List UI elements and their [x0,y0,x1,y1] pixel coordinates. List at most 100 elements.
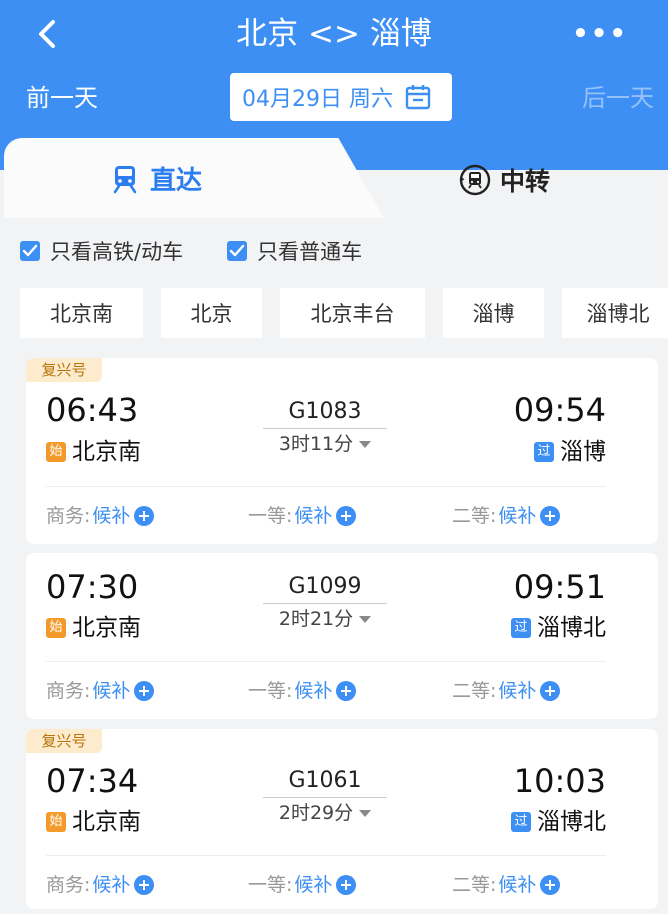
seat-business[interactable]: 商务: 候补 [46,504,155,528]
seat-status: 候补 [92,505,131,527]
filter-high-speed[interactable]: 只看高铁/动车 [20,236,183,266]
travel-duration[interactable]: 3时11分 [263,431,387,457]
origin-tag: 始 [46,812,66,832]
seat-class: 商务: [46,874,91,896]
seat-class: 一等: [248,874,293,896]
station-filter-chips: 北京南 北京 北京丰台 淄博 淄博北 [20,288,668,338]
departure-time: 06:43 [46,391,139,429]
calendar-icon [405,85,431,110]
divider [46,486,606,487]
seat-status: 候补 [498,874,537,896]
plus-circle-icon [134,875,155,895]
station-chip[interactable]: 北京 [161,288,262,338]
date-label: 04月29日 周六 [242,87,393,112]
train-type-badge: 复兴号 [26,729,102,753]
pass-tag: 过 [511,618,531,638]
arrival-station: 过淄博北 [511,613,606,643]
filter-label: 只看高铁/动车 [50,240,184,264]
duration-text: 2时29分 [278,802,354,824]
station-chip[interactable]: 淄博 [443,288,544,338]
arrival-time: 09:51 [513,568,606,606]
seat-first-class[interactable]: 一等: 候补 [248,679,357,703]
more-options-button[interactable]: ••• [572,14,628,54]
arrival-station: 过淄博 [534,437,606,467]
seat-status: 候补 [92,874,131,896]
arrival-station: 过淄博北 [511,807,606,837]
seat-class: 商务: [46,505,91,527]
origin-tag: 始 [46,618,66,638]
train-type-badge: 复兴号 [26,358,102,382]
train-card[interactable]: 07:30 G1099 2时21分 09:51 始北京南 过淄博北 商务: 候补 … [26,553,658,719]
prev-day-button[interactable]: 前一天 [26,80,98,116]
seat-class: 商务: [46,680,91,702]
station-chip[interactable]: 北京丰台 [280,288,425,338]
station-chip[interactable]: 北京南 [20,288,143,338]
seat-class: 一等: [248,505,293,527]
train-icon [113,165,137,193]
seat-status: 候补 [498,505,537,527]
filter-row: 只看高铁/动车 只看普通车 [20,236,406,266]
seat-class: 一等: [248,680,293,702]
departure-time: 07:30 [46,568,139,606]
seat-status: 候补 [294,680,333,702]
seat-status: 候补 [294,505,333,527]
departure-station-name: 北京南 [72,615,141,641]
tab-transfer-label: 中转 [500,167,551,196]
date-selector[interactable]: 04月29日 周六 [230,73,452,121]
train-number: G1099 [263,573,387,604]
caret-down-icon [359,616,372,623]
arrival-station-name: 淄博北 [537,615,606,641]
plus-circle-icon [134,506,155,526]
checkbox-checked-icon [20,241,40,261]
departure-time: 07:34 [46,762,139,800]
departure-station: 始北京南 [46,437,141,467]
departure-station: 始北京南 [46,807,141,837]
plus-circle-icon [336,506,357,526]
travel-duration[interactable]: 2时29分 [263,800,387,826]
seat-first-class[interactable]: 一等: 候补 [248,504,357,528]
duration-text: 2时21分 [278,608,354,630]
route-type-tabs: 直达 中转 [0,138,668,218]
seat-status: 候补 [498,680,537,702]
train-card[interactable]: 复兴号 07:34 G1061 2时29分 10:03 始北京南 过淄博北 商务… [26,729,658,909]
station-chip[interactable]: 淄博北 [562,288,668,338]
train-number: G1083 [263,398,387,429]
departure-station-name: 北京南 [72,439,141,465]
plus-circle-icon [540,681,561,701]
pass-tag: 过 [511,812,531,832]
seat-second-class[interactable]: 二等: 候补 [452,679,561,703]
seat-status: 候补 [294,874,333,896]
arrival-time: 10:03 [513,762,606,800]
caret-down-icon [359,810,372,817]
plus-circle-icon [540,875,561,895]
departure-station: 始北京南 [46,613,141,643]
seat-class: 二等: [452,505,497,527]
travel-duration[interactable]: 2时21分 [263,606,387,632]
arrival-time: 09:54 [513,391,606,429]
seat-class: 二等: [452,874,497,896]
plus-circle-icon [134,681,155,701]
seat-status: 候补 [92,680,131,702]
seat-second-class[interactable]: 二等: 候补 [452,873,561,897]
seat-business[interactable]: 商务: 候补 [46,679,155,703]
tab-transfer[interactable]: 中转 [458,162,550,198]
train-card[interactable]: 复兴号 06:43 G1083 3时11分 09:54 始北京南 过淄博 商务:… [26,358,658,544]
transfer-train-icon [459,164,491,196]
seat-first-class[interactable]: 一等: 候补 [248,873,357,897]
next-day-button[interactable]: 后一天 [582,80,654,116]
arrival-station-name: 淄博北 [537,809,606,835]
seat-business[interactable]: 商务: 候补 [46,873,155,897]
filter-regular-train[interactable]: 只看普通车 [227,236,362,266]
departure-station-name: 北京南 [72,809,141,835]
seat-class: 二等: [452,680,497,702]
divider [46,855,606,856]
seat-second-class[interactable]: 二等: 候补 [452,504,561,528]
tab-direct[interactable]: 直达 [110,160,202,197]
plus-circle-icon [336,681,357,701]
caret-down-icon [359,441,372,448]
origin-tag: 始 [46,442,66,462]
checkbox-checked-icon [227,241,248,261]
pass-tag: 过 [534,442,554,462]
tab-direct-label: 直达 [150,166,203,196]
divider [46,661,606,662]
